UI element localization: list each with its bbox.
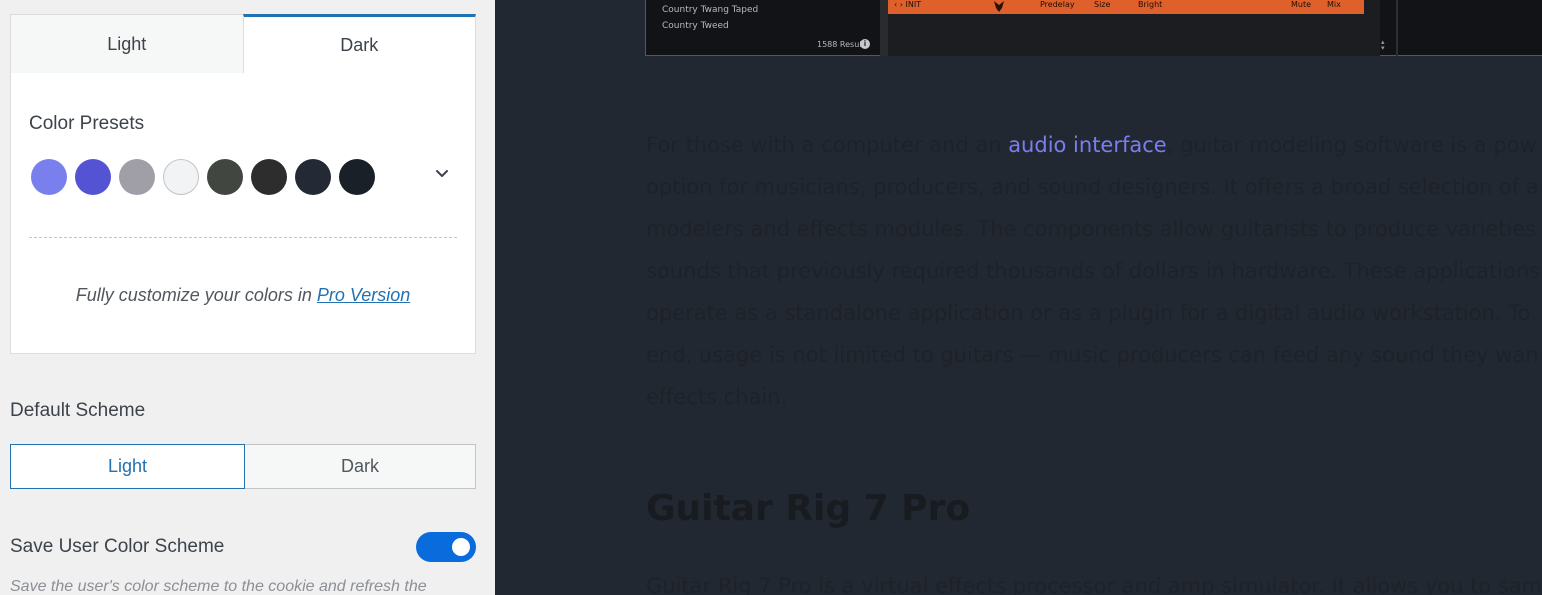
article-screenshot: Country Twang Taped Country Tweed 1588 R…	[645, 0, 1542, 56]
paragraph-line: operate as a standalone application or a…	[646, 301, 1531, 325]
bar-edge	[1364, 0, 1380, 14]
settings-panel: Light Dark Color Presets Fully customize…	[0, 0, 495, 595]
switch-knob	[452, 538, 470, 556]
color-presets-title: Color Presets	[29, 113, 145, 134]
info-icon: i	[860, 39, 870, 49]
scroll-arrows-icon: ▴ ▾	[1381, 39, 1385, 52]
color-swatch-list	[31, 159, 375, 195]
bar-label: Mute	[1291, 0, 1312, 9]
paragraph-line: effects chain.	[646, 385, 788, 409]
color-swatch[interactable]	[31, 159, 67, 195]
default-scheme-dark-button[interactable]: Dark	[245, 444, 476, 489]
pro-upsell-label: Fully customize your colors in	[75, 285, 312, 305]
tab-dark[interactable]: Dark	[242, 14, 476, 74]
orange-control-bar: ‹ › INIT Predelay Size Bright Mute Mix	[888, 0, 1364, 14]
pro-version-link[interactable]: Pro Version	[317, 285, 410, 305]
save-scheme-description: Save the user's color scheme to the cook…	[10, 578, 427, 595]
preset-list: Country Twang Taped Country Tweed	[662, 2, 758, 34]
list-item: Country Tweed	[662, 21, 729, 31]
paragraph-text: , guitar modeling software is a pow	[1166, 133, 1537, 157]
save-scheme-switch[interactable]	[416, 532, 476, 562]
screenshot-separator	[1396, 0, 1398, 56]
paragraph-line: option for musicians, producers, and sou…	[646, 175, 1539, 199]
color-swatch[interactable]	[295, 159, 331, 195]
screenshot-lower-area	[888, 14, 1380, 56]
color-swatch[interactable]	[163, 159, 199, 195]
article-paragraph: For those with a computer and an audio i…	[646, 124, 1542, 418]
bar-label: Bright	[1138, 0, 1163, 9]
default-scheme-light-button[interactable]: Light	[10, 444, 245, 489]
list-item: Country Twang Taped	[662, 5, 759, 15]
color-swatch[interactable]	[75, 159, 111, 195]
scheme-tabs: Light Dark	[10, 14, 476, 74]
pro-upsell-text: Fully customize your colors in Pro Versi…	[11, 285, 475, 306]
screenshot-strip	[880, 0, 888, 56]
dark-preview: Country Twang Taped Country Tweed 1588 R…	[495, 0, 1542, 595]
color-swatch[interactable]	[207, 159, 243, 195]
amp-head-icon	[994, 1, 1004, 12]
color-swatch[interactable]	[251, 159, 287, 195]
article-heading: Guitar Rig 7 Pro	[646, 488, 971, 529]
chevron-down-icon[interactable]	[431, 163, 453, 185]
bar-label: Predelay	[1040, 0, 1075, 9]
save-scheme-label: Save User Color Scheme	[10, 536, 225, 557]
article-paragraph-2: Guitar Rig 7 Pro is a virtual effects pr…	[646, 574, 1542, 595]
paragraph-line: end, usage is not limited to guitars — m…	[646, 343, 1539, 367]
paragraph-line: sounds that previously required thousand…	[646, 259, 1541, 283]
default-scheme-toggle: Light Dark	[10, 444, 476, 489]
color-presets-card: Color Presets Fully customize your color…	[10, 73, 476, 354]
paragraph-line: modelers and effects modules. The compon…	[646, 217, 1537, 241]
bar-label: Size	[1094, 0, 1111, 9]
default-scheme-label: Default Scheme	[10, 400, 146, 421]
paragraph-line: For those with a computer and an audio i…	[646, 124, 1542, 166]
tab-light[interactable]: Light	[10, 14, 243, 74]
bar-label: Mix	[1327, 0, 1341, 9]
bar-label: ‹ › INIT	[894, 0, 922, 9]
divider	[29, 237, 457, 238]
color-swatch[interactable]	[339, 159, 375, 195]
audio-interface-link[interactable]: audio interface	[1008, 133, 1167, 157]
paragraph-text: For those with a computer and an	[646, 133, 1009, 157]
color-swatch[interactable]	[119, 159, 155, 195]
